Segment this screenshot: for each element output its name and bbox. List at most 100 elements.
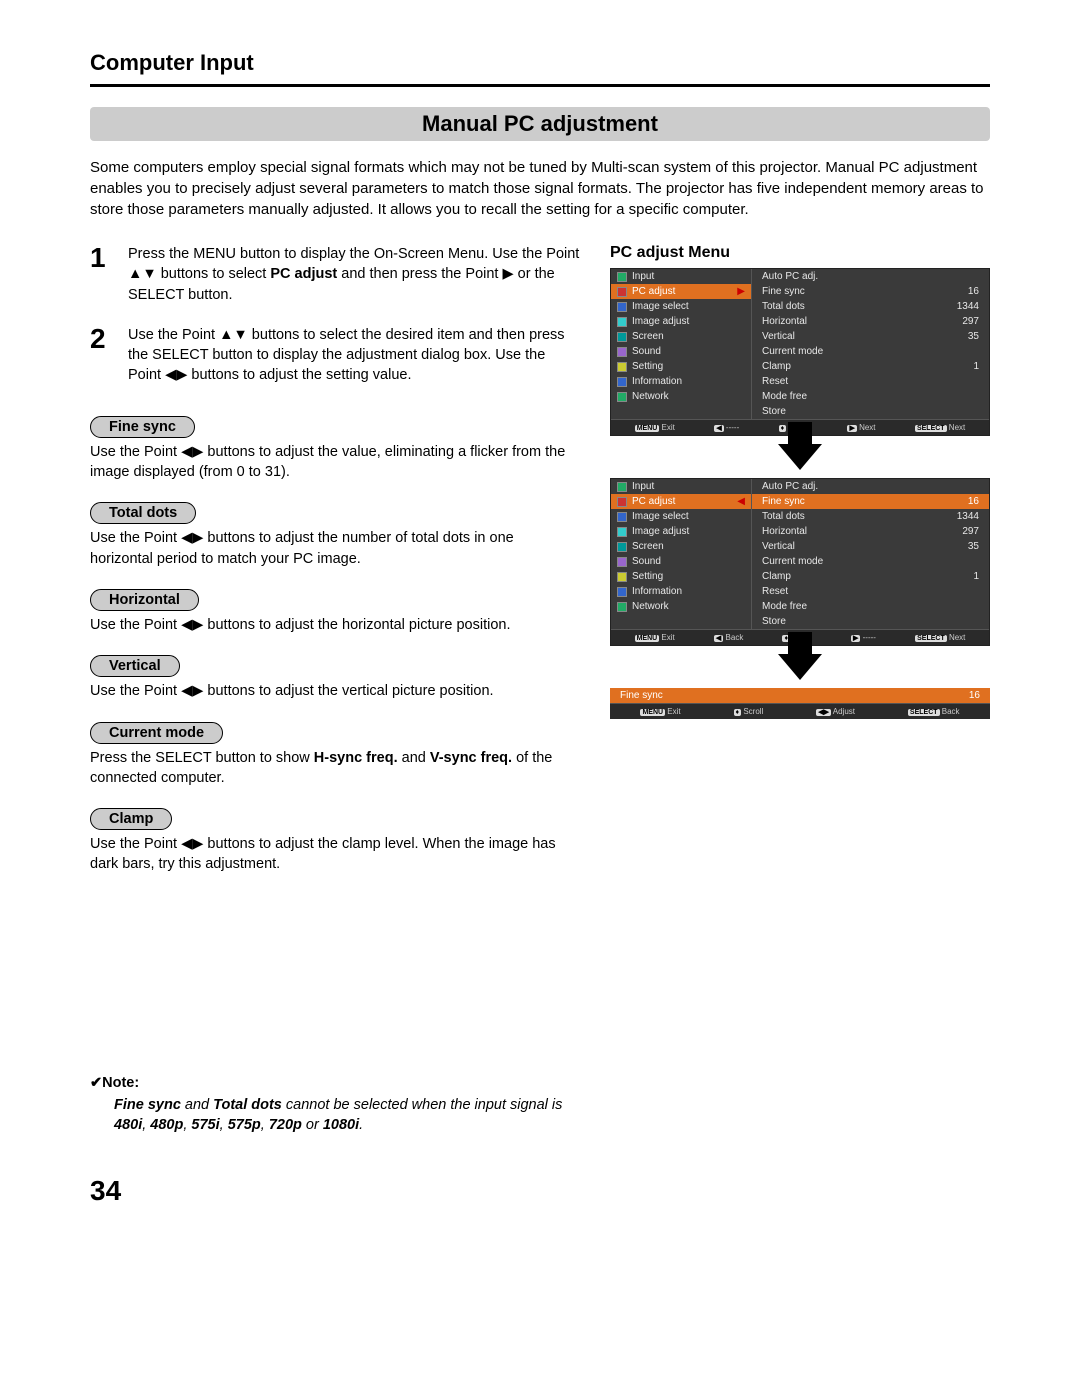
down-arrow-icon (610, 444, 990, 470)
screenshot-heading: PC adjust Menu (610, 244, 990, 262)
osd-right-item: Auto PC adj. (752, 269, 989, 284)
step-1: 1 Press the MENU button to display the O… (90, 244, 580, 305)
osd-right-label: Mode free (762, 391, 807, 402)
osd-left-item: Information (611, 374, 751, 389)
osd-left-label: Image select (632, 511, 689, 522)
param-desc: Use the Point ◀▶ buttons to adjust the h… (90, 615, 580, 635)
step-number: 2 (90, 325, 114, 386)
adjust-value: 16 (969, 690, 980, 701)
param-pill-clamp: Clamp (90, 808, 172, 830)
hint-key: ▶ (847, 425, 856, 432)
osd-right-item: Reset (752, 374, 989, 389)
t: and (398, 750, 430, 766)
param-desc: Use the Point ◀▶ buttons to adjust the c… (90, 834, 580, 875)
t: , (220, 1117, 228, 1133)
hint-key: ♦ (734, 709, 742, 716)
osd-right-value: 1344 (957, 511, 979, 522)
menu-icon (617, 362, 627, 372)
osd-left-item: Image select (611, 299, 751, 314)
osd-right-value: 16 (968, 496, 979, 507)
osd-left-label: Setting (632, 361, 663, 372)
osd-screenshot-1: InputPC adjust▶Image selectImage adjustS… (610, 268, 990, 436)
osd-hint-item: SELECT Back (908, 707, 960, 716)
menu-icon (617, 347, 627, 357)
osd-left-item: Network (611, 599, 751, 614)
note-block: ✔Note: Fine sync and Total dots cannot b… (90, 1075, 580, 1136)
t: 480p (150, 1117, 183, 1133)
hint-key: ◀▶ (816, 709, 831, 716)
osd-right-value: 35 (968, 331, 979, 342)
hint-key: MENU (640, 709, 665, 716)
hint-key: SELECT (915, 635, 947, 642)
osd-right-item: Total dots 1344 (752, 299, 989, 314)
down-arrow-icon (610, 654, 990, 680)
osd-left-label: Setting (632, 571, 663, 582)
osd-left-item: Screen (611, 329, 751, 344)
menu-icon (617, 587, 627, 597)
menu-icon (617, 497, 627, 507)
param-pill-total-dots: Total dots (90, 502, 196, 524)
osd-hint-item: ▶ ----- (851, 633, 876, 642)
t: Fine sync (114, 1097, 181, 1113)
osd-left-item: Sound (611, 344, 751, 359)
hint-label: Next (947, 633, 966, 642)
osd-left-item: Sound (611, 554, 751, 569)
hint-label: Scroll (741, 707, 763, 716)
osd-left-label: Sound (632, 346, 661, 357)
t: Total dots (213, 1097, 282, 1113)
osd-right-item: Auto PC adj. (752, 479, 989, 494)
t: . (359, 1117, 363, 1133)
t: or (302, 1117, 323, 1133)
osd-right-value: 1344 (957, 301, 979, 312)
t: Press the SELECT button to show (90, 750, 314, 766)
osd-left-item: Input (611, 479, 751, 494)
hint-key: MENU (635, 635, 660, 642)
param-pill-horizontal: Horizontal (90, 589, 199, 611)
osd-right-item: Clamp1 (752, 569, 989, 584)
menu-icon (617, 377, 627, 387)
osd-hint-item: ◀▶ Adjust (816, 707, 855, 716)
menu-icon (617, 542, 627, 552)
osd-hint-item: MENU Exit (635, 423, 675, 432)
t: V-sync freq. (430, 750, 512, 766)
step-2: 2 Use the Point ▲▼ buttons to select the… (90, 325, 580, 386)
osd-right-item: Current mode (752, 344, 989, 359)
menu-icon (617, 287, 627, 297)
menu-icon (617, 527, 627, 537)
t: 1080i (323, 1117, 359, 1133)
osd-right-item: Vertical35 (752, 329, 989, 344)
osd-right-item: Fine sync16 (752, 284, 989, 299)
menu-icon (617, 392, 627, 402)
osd-right-label: Store (762, 406, 786, 417)
note-body: Fine sync and Total dots cannot be selec… (90, 1095, 580, 1136)
osd-adjust-bar: Fine sync 16 MENU Exit♦ Scroll◀▶ AdjustS… (610, 688, 990, 719)
t: 720p (269, 1117, 302, 1133)
osd-left-label: PC adjust (632, 496, 675, 507)
osd-right-label: Reset (762, 586, 788, 597)
hint-label: Exit (659, 633, 675, 642)
osd-left-label: Information (632, 586, 682, 597)
menu-icon (617, 602, 627, 612)
menu-icon (617, 317, 627, 327)
osd-right-label: Total dots (762, 511, 805, 522)
osd-right-item: Mode free (752, 389, 989, 404)
osd-screenshot-2: InputPC adjust◀Image selectImage adjustS… (610, 478, 990, 646)
osd-hint-item: SELECT Next (915, 633, 965, 642)
osd-right-label: Clamp (762, 361, 791, 372)
osd-left-label: Image adjust (632, 316, 689, 327)
hint-key: ◀ (714, 635, 723, 642)
pointer-icon: ◀ (737, 496, 745, 507)
osd-left-item: Image adjust (611, 314, 751, 329)
param-desc: Use the Point ◀▶ buttons to adjust the v… (90, 681, 580, 701)
osd-right-label: Current mode (762, 556, 823, 567)
osd-right-label: Total dots (762, 301, 805, 312)
osd-right-label: Horizontal (762, 316, 807, 327)
section-header: Computer Input (90, 50, 990, 76)
osd-right-item: Clamp1 (752, 359, 989, 374)
osd-right-label: Current mode (762, 346, 823, 357)
step-text-bold: PC adjust (270, 266, 337, 282)
osd-right-label: Auto PC adj. (762, 271, 818, 282)
menu-icon (617, 332, 627, 342)
t: 480i (114, 1117, 142, 1133)
osd-hint-item: ◀ ----- (714, 423, 739, 432)
